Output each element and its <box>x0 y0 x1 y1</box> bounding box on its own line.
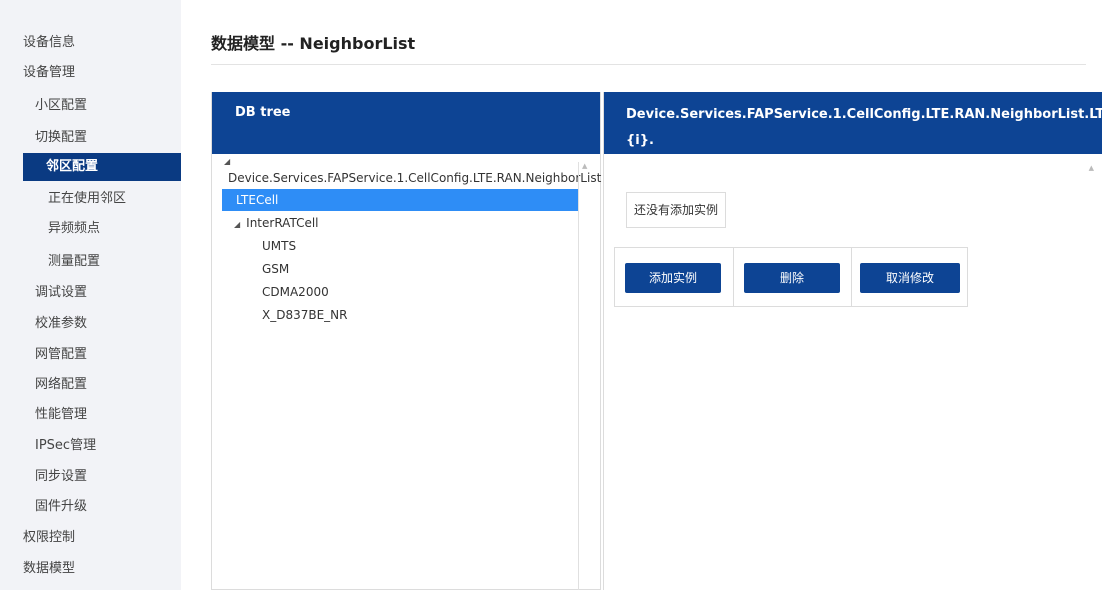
page-title: 数据模型 -- NeighborList <box>211 34 416 53</box>
sidebar-item-sync-settings[interactable]: 同步设置 <box>35 463 87 491</box>
add-instance-button[interactable]: 添加实例 <box>625 263 721 293</box>
instance-path-line1: Device.Services.FAPService.1.CellConfig.… <box>626 107 1102 122</box>
delete-button[interactable]: 删除 <box>744 263 840 293</box>
sidebar-item-neighbor-config[interactable]: 邻区配置 <box>23 153 181 181</box>
cancel-changes-button[interactable]: 取消修改 <box>860 263 960 293</box>
sidebar-item-firmware-upgrade[interactable]: 固件升级 <box>35 493 87 521</box>
sidebar-item-handover-config[interactable]: 切换配置 <box>35 124 87 152</box>
tree-scrollbar[interactable]: ▲ <box>578 162 590 590</box>
sidebar: 设备信息 设备管理 小区配置 切换配置 邻区配置 正在使用邻区 异频频点 测量配… <box>0 0 181 590</box>
sidebar-item-device-info[interactable]: 设备信息 <box>23 29 75 57</box>
sidebar-item-calibration[interactable]: 校准参数 <box>35 310 87 338</box>
sidebar-item-ipsec[interactable]: IPSec管理 <box>35 432 96 460</box>
delete-button-cell: 删除 <box>733 247 852 307</box>
tree-node-cdma2000[interactable]: CDMA2000 <box>262 281 329 303</box>
instance-panel: Device.Services.FAPService.1.CellConfig.… <box>603 92 1102 590</box>
sidebar-item-performance[interactable]: 性能管理 <box>35 401 87 429</box>
sidebar-item-access-control[interactable]: 权限控制 <box>23 524 75 552</box>
tree-node-umts[interactable]: UMTS <box>262 235 296 257</box>
tree-node-ltecell[interactable]: LTECell <box>222 189 579 211</box>
tree-node-gsm[interactable]: GSM <box>262 258 289 280</box>
sidebar-item-neighbors-in-use[interactable]: 正在使用邻区 <box>48 185 126 213</box>
tree-node-label: InterRATCell <box>246 216 319 230</box>
no-instance-message: 还没有添加实例 <box>626 192 727 228</box>
expand-triangle-icon[interactable]: ◢ <box>234 220 240 229</box>
tree-node-root[interactable]: Device.Services.FAPService.1.CellConfig.… <box>228 167 601 189</box>
sidebar-item-measurement-config[interactable]: 测量配置 <box>48 248 100 276</box>
instance-path-line2: {i}. <box>626 133 654 148</box>
db-tree-header: DB tree <box>212 92 600 154</box>
add-button-cell: 添加实例 <box>614 247 734 307</box>
scroll-up-icon[interactable]: ▲ <box>582 162 587 170</box>
title-divider <box>211 64 1086 65</box>
sidebar-item-device-management[interactable]: 设备管理 <box>23 59 75 87</box>
scroll-up-icon[interactable]: ▲ <box>1089 164 1094 172</box>
sidebar-item-inter-frequency[interactable]: 异频频点 <box>48 215 100 243</box>
sidebar-item-nms-config[interactable]: 网管配置 <box>35 341 87 369</box>
tree-node-interratcell[interactable]: ◢ InterRATCell <box>234 212 319 234</box>
sidebar-item-data-model[interactable]: 数据模型 <box>23 555 75 583</box>
tree-root-expander[interactable]: ◢ <box>224 154 236 166</box>
db-tree-panel: DB tree ◢ Device.Services.FAPService.1.C… <box>211 92 601 590</box>
tree-node-x-d837be-nr[interactable]: X_D837BE_NR <box>262 304 348 326</box>
cancel-button-cell: 取消修改 <box>851 247 968 307</box>
sidebar-item-cell-config[interactable]: 小区配置 <box>35 92 87 120</box>
expand-triangle-icon[interactable]: ◢ <box>224 157 230 166</box>
instance-panel-header: Device.Services.FAPService.1.CellConfig.… <box>604 92 1102 154</box>
sidebar-item-debug-settings[interactable]: 调试设置 <box>35 279 87 307</box>
sidebar-item-network-config[interactable]: 网络配置 <box>35 371 87 399</box>
